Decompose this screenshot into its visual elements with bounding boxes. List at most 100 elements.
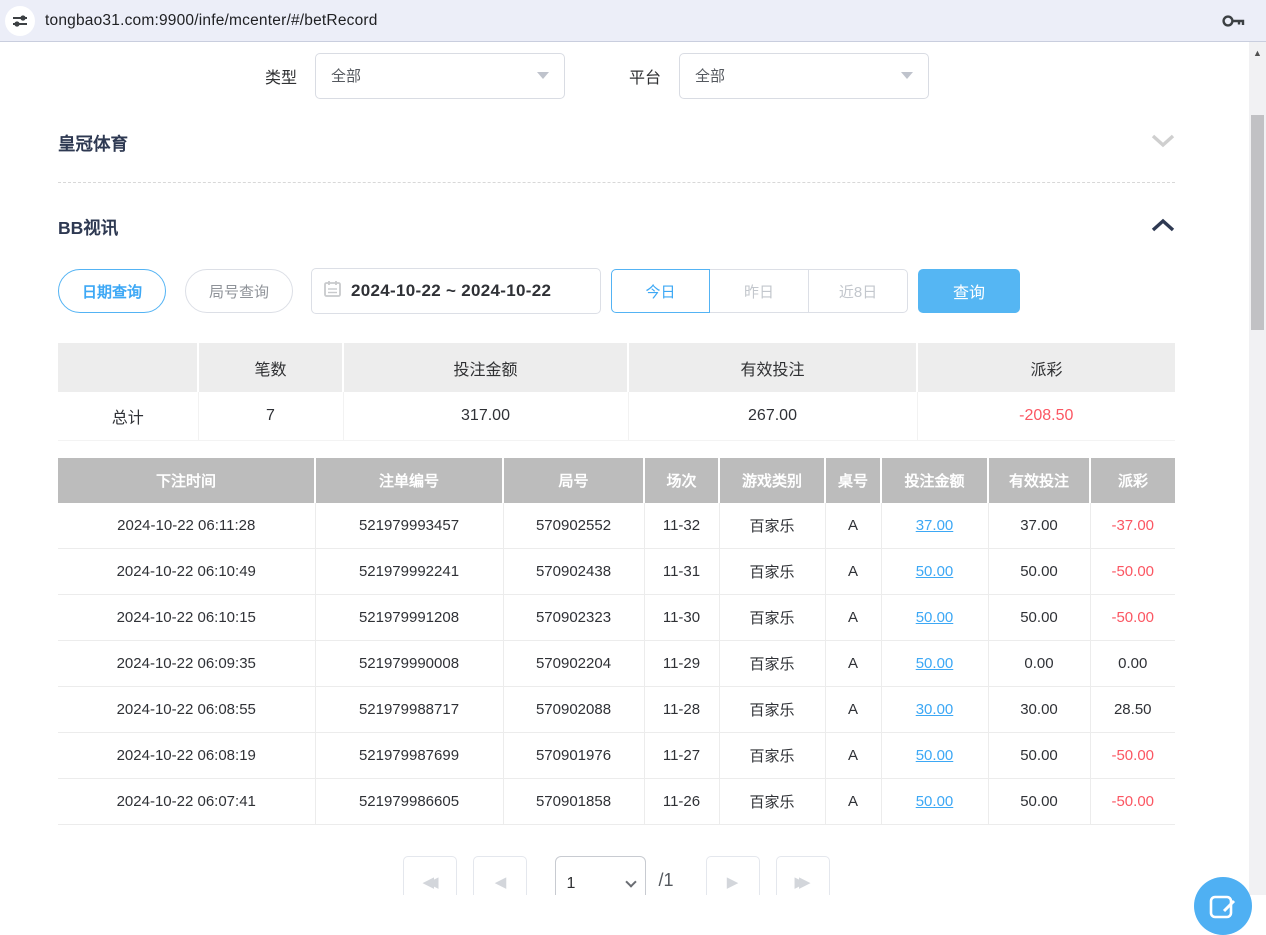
scroll-up-arrow-icon[interactable]: ▲ (1249, 48, 1266, 58)
bet-amount-link[interactable]: 50.00 (916, 609, 954, 626)
session-cell: 11-32 (644, 503, 719, 549)
section-crown-sports[interactable]: 皇冠体育 (58, 131, 1175, 156)
bet-amount-cell: 50.00 (881, 549, 988, 595)
payout-cell: -50.00 (1090, 733, 1175, 779)
records-table: 下注时间注单编号局号场次游戏类别桌号投注金额有效投注派彩 2024-10-22 … (58, 458, 1175, 826)
table-row: 2024-10-22 06:07:41521979986605570901858… (58, 779, 1175, 825)
chat-support-fab[interactable] (1194, 877, 1252, 935)
platform-dropdown-value: 全部 (695, 65, 901, 86)
bet-record-page: 类型 全部 平台 全部 皇冠体育 BB视讯 (0, 42, 1249, 895)
date-query-tab[interactable]: 日期查询 (58, 269, 166, 313)
table-no-cell: A (825, 641, 881, 687)
scrollbar-thumb[interactable] (1251, 115, 1264, 330)
valid-bet-cell: 50.00 (988, 549, 1090, 595)
session-cell: 11-26 (644, 779, 719, 825)
search-button[interactable]: 查询 (918, 269, 1020, 313)
last-8-days-button[interactable]: 近8日 (809, 269, 908, 313)
url-text[interactable]: tongbao31.com:9900/infe/mcenter/#/betRec… (45, 12, 378, 30)
vertical-scrollbar[interactable]: ▲ (1249, 42, 1266, 895)
round-query-tab[interactable]: 局号查询 (185, 269, 293, 313)
order-no-cell: 521979990008 (315, 641, 503, 687)
quick-date-button-group: 今日 昨日 近8日 (611, 269, 908, 313)
section-divider (58, 182, 1175, 183)
site-controls-icon[interactable] (5, 6, 35, 36)
collapse-chevron-down-icon[interactable] (1151, 134, 1175, 153)
bet-amount-link[interactable]: 37.00 (916, 517, 954, 534)
last-page-button[interactable]: ▶▶ (776, 856, 830, 895)
next-page-button[interactable]: ▶ (706, 856, 760, 895)
session-cell: 11-27 (644, 733, 719, 779)
bet-amount-link[interactable]: 30.00 (916, 701, 954, 718)
table-row: 2024-10-22 06:11:28521979993457570902552… (58, 503, 1175, 549)
bet-time-cell: 2024-10-22 06:10:15 (58, 595, 315, 641)
session-cell: 11-31 (644, 549, 719, 595)
first-page-button[interactable]: ◀◀ (403, 856, 457, 895)
session-cell: 11-29 (644, 641, 719, 687)
order-no-cell: 521979986605 (315, 779, 503, 825)
collapse-chevron-up-icon[interactable] (1151, 218, 1175, 237)
type-filter-label: 类型 (265, 64, 297, 88)
calendar-icon (324, 280, 341, 302)
valid-bet-cell: 50.00 (988, 779, 1090, 825)
bet-time-cell: 2024-10-22 06:07:41 (58, 779, 315, 825)
prev-page-button[interactable]: ◀ (473, 856, 527, 895)
summary-table: 笔数 投注金额 有效投注 派彩 总计 7 317.00 267.00 -208.… (58, 343, 1175, 441)
bet-time-cell: 2024-10-22 06:08:55 (58, 687, 315, 733)
bet-amount-link[interactable]: 50.00 (916, 655, 954, 672)
valid-bet-cell: 37.00 (988, 503, 1090, 549)
table-row: 2024-10-22 06:08:19521979987699570901976… (58, 733, 1175, 779)
table-row: 2024-10-22 06:08:55521979988717570902088… (58, 687, 1175, 733)
table-no-cell: A (825, 549, 881, 595)
table-no-cell: A (825, 503, 881, 549)
page-number-select[interactable]: 1 (555, 856, 646, 895)
summary-header-row: 笔数 投注金额 有效投注 派彩 (58, 343, 1175, 392)
payout-cell: -50.00 (1090, 595, 1175, 641)
query-toolbar: 日期查询 局号查询 2024-10-22 ~ 2024-10-22 今日 昨日 (58, 268, 1175, 314)
column-header: 注单编号 (315, 458, 503, 503)
summary-header-blank (58, 343, 198, 392)
bet-amount-link[interactable]: 50.00 (916, 793, 954, 810)
round-no-cell: 570901976 (503, 733, 644, 779)
table-no-cell: A (825, 779, 881, 825)
today-button[interactable]: 今日 (611, 269, 710, 313)
valid-bet-cell: 50.00 (988, 733, 1090, 779)
platform-dropdown[interactable]: 全部 (679, 53, 929, 99)
column-header: 派彩 (1090, 458, 1175, 503)
order-no-cell: 521979993457 (315, 503, 503, 549)
total-pages-label: /1 (658, 870, 673, 891)
payout-cell: -37.00 (1090, 503, 1175, 549)
bet-amount-link[interactable]: 50.00 (916, 563, 954, 580)
bet-amount-cell: 50.00 (881, 779, 988, 825)
bet-time-cell: 2024-10-22 06:10:49 (58, 549, 315, 595)
date-range-input[interactable]: 2024-10-22 ~ 2024-10-22 (311, 268, 601, 314)
password-key-icon[interactable] (1220, 9, 1246, 38)
summary-bet-amount-value: 317.00 (343, 392, 628, 440)
records-table-body: 2024-10-22 06:11:28521979993457570902552… (58, 503, 1175, 825)
bet-amount-link[interactable]: 50.00 (916, 747, 954, 764)
browser-address-bar[interactable]: tongbao31.com:9900/infe/mcenter/#/betRec… (0, 0, 1266, 42)
game-type-cell: 百家乐 (719, 733, 825, 779)
column-header: 投注金额 (881, 458, 988, 503)
round-no-cell: 570902204 (503, 641, 644, 687)
summary-payout-value: -208.50 (917, 392, 1175, 440)
bet-time-cell: 2024-10-22 06:11:28 (58, 503, 315, 549)
section-bb-video[interactable]: BB视讯 (58, 215, 1175, 240)
column-header: 局号 (503, 458, 644, 503)
column-header: 游戏类别 (719, 458, 825, 503)
type-dropdown[interactable]: 全部 (315, 53, 565, 99)
order-no-cell: 521979992241 (315, 549, 503, 595)
game-type-cell: 百家乐 (719, 595, 825, 641)
round-no-cell: 570902323 (503, 595, 644, 641)
session-cell: 11-30 (644, 595, 719, 641)
game-type-cell: 百家乐 (719, 549, 825, 595)
game-type-cell: 百家乐 (719, 687, 825, 733)
table-row: 2024-10-22 06:09:35521979990008570902204… (58, 641, 1175, 687)
summary-header-valid-bet: 有效投注 (628, 343, 917, 392)
type-dropdown-value: 全部 (331, 65, 537, 86)
column-header: 下注时间 (58, 458, 315, 503)
payout-cell: 28.50 (1090, 687, 1175, 733)
column-header: 场次 (644, 458, 719, 503)
yesterday-button[interactable]: 昨日 (710, 269, 809, 313)
crown-sports-title: 皇冠体育 (58, 131, 128, 156)
session-cell: 11-28 (644, 687, 719, 733)
